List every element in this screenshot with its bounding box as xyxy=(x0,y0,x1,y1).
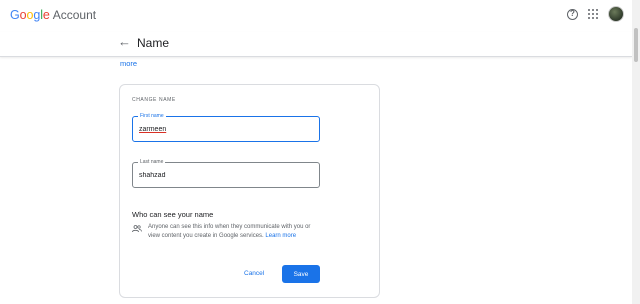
brand-account: Account xyxy=(52,8,97,22)
first-name-field[interactable]: First name xyxy=(132,113,320,142)
learn-more-link[interactable]: Learn more xyxy=(265,233,296,239)
apps-dot xyxy=(596,9,598,11)
last-name-field[interactable]: Last name xyxy=(132,159,320,188)
first-name-input[interactable] xyxy=(139,124,309,135)
page-scrollbar[interactable] xyxy=(632,0,640,304)
apps-grid-icon[interactable] xyxy=(588,9,598,19)
apps-dot xyxy=(588,17,590,19)
page-header: ← Name xyxy=(0,32,632,57)
section-label: CHANGE NAME xyxy=(132,97,176,103)
learn-more-link[interactable]: more xyxy=(120,59,137,68)
last-name-label: Last name xyxy=(138,159,166,165)
apps-dot xyxy=(588,9,590,11)
page-title: Name xyxy=(137,36,170,50)
change-name-card: CHANGE NAME First name Last name Who can… xyxy=(119,84,380,298)
first-name-label: First name xyxy=(138,113,166,119)
top-icons: ? xyxy=(567,6,624,22)
apps-dot xyxy=(592,17,594,19)
brand-google: Google xyxy=(10,8,50,22)
cancel-button[interactable]: Cancel xyxy=(238,266,270,281)
logo-letter-e: e xyxy=(42,8,50,22)
help-icon[interactable]: ? xyxy=(567,8,578,20)
last-name-input[interactable] xyxy=(139,170,309,181)
save-button[interactable]: Save xyxy=(282,265,320,283)
apps-dot xyxy=(596,17,598,19)
top-app-bar: Google Account ? xyxy=(0,0,640,32)
people-icon xyxy=(132,225,142,233)
arrow-back-icon[interactable]: ← xyxy=(118,34,131,49)
visibility-description: Anyone can see this info when they commu… xyxy=(148,223,323,241)
scrollbar-thumb[interactable] xyxy=(634,28,638,62)
apps-dot xyxy=(588,13,590,15)
apps-dot xyxy=(596,13,598,15)
visibility-heading: Who can see your name xyxy=(132,210,214,219)
apps-dot xyxy=(592,9,594,11)
apps-dot xyxy=(592,13,594,15)
avatar[interactable] xyxy=(608,6,624,22)
google-account-logo[interactable]: Google Account xyxy=(10,8,96,22)
logo-letter-g: G xyxy=(10,8,20,22)
